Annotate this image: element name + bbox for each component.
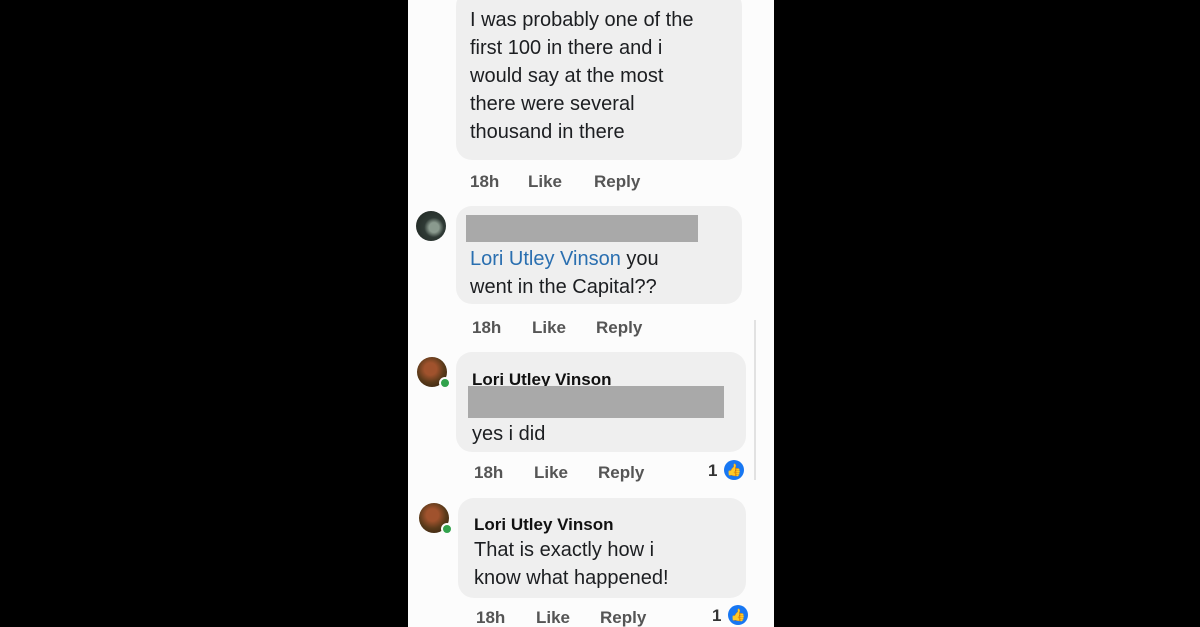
comment-timestamp: 18h <box>470 172 500 191</box>
comment-text-line: would say at the most <box>470 65 664 87</box>
comment-thread: I was probably one of the first 100 in t… <box>408 0 774 627</box>
like-button[interactable]: Like <box>528 172 562 192</box>
like-thumb-icon: 👍 <box>728 605 748 625</box>
reply-button[interactable]: Reply <box>600 608 646 627</box>
comment-timestamp: 18h <box>474 463 504 482</box>
like-button[interactable]: Like <box>534 463 568 483</box>
like-thumb-icon: 👍 <box>724 460 744 480</box>
comment-text-line: I was probably one of the <box>470 9 694 31</box>
comment-bubble: I was probably one of the first 100 in t… <box>456 0 742 160</box>
reaction-count: 1 <box>708 461 718 480</box>
redacted-name <box>466 215 698 242</box>
like-button[interactable]: Like <box>532 318 566 338</box>
avatar[interactable] <box>416 211 446 241</box>
comment-bubble: Lori Utley Vinson yes i did <box>456 352 746 452</box>
comment-text-line: That is exactly how i <box>474 539 655 561</box>
comment-timestamp: 18h <box>472 318 502 337</box>
scrollbar[interactable] <box>754 320 756 480</box>
comment-text-line: there were several <box>470 93 635 115</box>
comment-text-line: first 100 in there and i <box>470 37 663 59</box>
comment-bubble: Lori Utley Vinson That is exactly how i … <box>458 498 746 598</box>
redacted-text <box>468 386 724 418</box>
comment-text-line: Lori Utley Vinson you <box>470 245 659 273</box>
comment-text-line: thousand in there <box>470 121 625 143</box>
online-dot-icon <box>439 377 451 389</box>
comment-timestamp: 18h <box>476 608 506 627</box>
comment-author[interactable]: Lori Utley Vinson <box>474 511 614 539</box>
comment-bubble: Lori Utley Vinson you went in the Capita… <box>456 206 742 304</box>
mention-link[interactable]: Lori Utley Vinson <box>470 248 621 270</box>
reply-button[interactable]: Reply <box>594 172 640 192</box>
online-dot-icon <box>441 523 453 535</box>
comment-text-line: know what happened! <box>474 567 669 589</box>
comment-text: yes i did <box>472 423 546 445</box>
reply-button[interactable]: Reply <box>596 318 642 338</box>
comment-text: you <box>620 248 659 270</box>
reaction-count: 1 <box>712 606 722 625</box>
like-button[interactable]: Like <box>536 608 570 627</box>
comment-text-line: went in the Capital?? <box>470 276 657 298</box>
reply-button[interactable]: Reply <box>598 463 644 483</box>
